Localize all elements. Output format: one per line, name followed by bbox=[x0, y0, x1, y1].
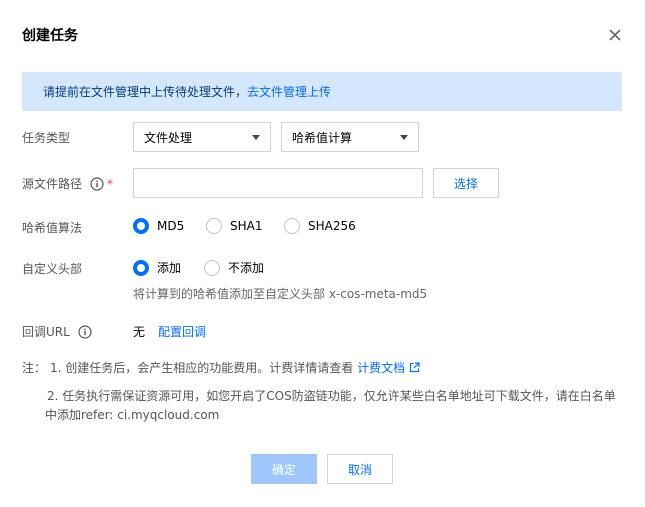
task-subtype-select[interactable]: 哈希值计算 bbox=[281, 122, 419, 152]
radio-md5[interactable]: MD5 bbox=[133, 218, 184, 234]
radio-add[interactable]: 添加 bbox=[133, 259, 181, 276]
cancel-button[interactable]: 取消 bbox=[327, 454, 393, 484]
radio-circle bbox=[133, 218, 149, 234]
create-task-dialog: 创建任务 请提前在文件管理中上传待处理文件， 去文件管理上传 任务类型 文件处理… bbox=[0, 0, 645, 507]
choose-button[interactable]: 选择 bbox=[433, 168, 499, 198]
task-type-select[interactable]: 文件处理 bbox=[133, 122, 271, 152]
custom-header-hint: 将计算到的哈希值添加至自定义头部 x-cos-meta-md5 bbox=[133, 287, 428, 301]
radio-add-label: 添加 bbox=[157, 261, 182, 275]
radio-circle bbox=[133, 259, 149, 276]
info-icon[interactable] bbox=[78, 324, 92, 339]
task-type-label-text: 任务类型 bbox=[22, 131, 71, 145]
callback-label: 回调URL bbox=[22, 323, 92, 340]
source-path-input[interactable] bbox=[133, 168, 423, 198]
custom-header-label: 自定义头部 bbox=[22, 260, 82, 277]
source-path-label: 源文件路径 * bbox=[22, 175, 113, 192]
upload-notice: 请提前在文件管理中上传待处理文件， 去文件管理上传 bbox=[22, 72, 622, 111]
radio-md5-label: MD5 bbox=[157, 219, 185, 233]
confirm-button[interactable]: 确定 bbox=[251, 454, 317, 484]
custom-header-label-text: 自定义头部 bbox=[22, 262, 83, 276]
radio-sha256-label: SHA256 bbox=[308, 219, 356, 233]
billing-doc-link-text: 计费文档 bbox=[357, 361, 406, 375]
file-manager-link[interactable]: 去文件管理上传 bbox=[247, 83, 331, 100]
hash-algorithm-label: 哈希值算法 bbox=[22, 219, 82, 236]
close-icon[interactable] bbox=[605, 25, 625, 45]
hash-algorithm-label-text: 哈希值算法 bbox=[22, 221, 83, 235]
task-type-label: 任务类型 bbox=[22, 129, 70, 146]
notice-text: 请提前在文件管理中上传待处理文件， bbox=[43, 85, 248, 99]
dialog-title: 创建任务 bbox=[22, 28, 78, 44]
task-subtype-select-value: 哈希值计算 bbox=[292, 130, 353, 145]
billing-doc-link[interactable]: 计费文档 bbox=[357, 361, 420, 375]
radio-no-add-label: 不添加 bbox=[228, 261, 265, 275]
source-path-label-text: 源文件路径 bbox=[22, 177, 83, 191]
chevron-down-icon bbox=[252, 135, 260, 140]
note-item-2-line1: 2. 任务执行需保证资源可用，如您开启了COS防盗链功能，仅允许某些白名单地址可… bbox=[47, 389, 616, 403]
chevron-down-icon bbox=[400, 135, 408, 140]
radio-sha1-label: SHA1 bbox=[230, 219, 263, 233]
note-item-1-text: 1. 创建任务后，会产生相应的功能费用。计费详情请查看 bbox=[50, 361, 354, 375]
note-item-2: 2. 任务执行需保证资源可用，如您开启了COS防盗链功能，仅允许某些白名单地址可… bbox=[45, 387, 616, 425]
note-item-1: 1. 创建任务后，会产生相应的功能费用。计费详情请查看 计费文档 bbox=[50, 359, 420, 378]
radio-circle bbox=[284, 218, 300, 234]
radio-circle bbox=[204, 259, 220, 276]
required-mark: * bbox=[107, 176, 114, 191]
task-type-select-value: 文件处理 bbox=[144, 130, 193, 145]
callback-value: 无 bbox=[133, 325, 146, 339]
radio-sha256[interactable]: SHA256 bbox=[284, 218, 356, 234]
configure-callback-link[interactable]: 配置回调 bbox=[158, 323, 206, 340]
radio-sha1[interactable]: SHA1 bbox=[206, 218, 262, 234]
callback-label-text: 回调URL bbox=[22, 325, 70, 339]
notes-prefix: 注： bbox=[22, 361, 47, 375]
note-item-2-line2: 中添加refer: ci.myqcloud.com bbox=[45, 408, 220, 422]
external-link-icon bbox=[409, 360, 420, 373]
radio-circle bbox=[206, 218, 222, 234]
radio-no-add[interactable]: 不添加 bbox=[204, 259, 264, 276]
info-icon[interactable] bbox=[90, 176, 104, 191]
